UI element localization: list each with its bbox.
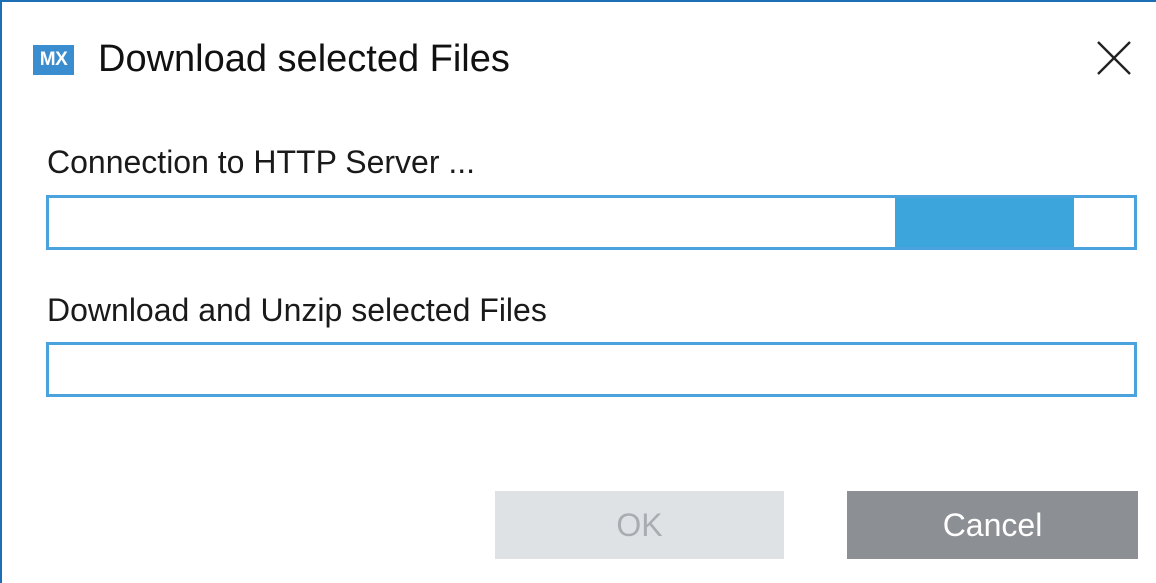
ok-button[interactable]: OK xyxy=(495,491,784,559)
close-button[interactable] xyxy=(1082,26,1146,90)
download-dialog: MX Download selected Files Connection to… xyxy=(0,0,1156,583)
download-status-label: Download and Unzip selected Files xyxy=(47,292,547,328)
cancel-button[interactable]: Cancel xyxy=(847,491,1138,559)
app-logo-icon: MX xyxy=(33,45,74,75)
title-bar: MX Download selected Files xyxy=(2,2,1156,114)
connection-progress-bar xyxy=(46,195,1137,250)
dialog-title: Download selected Files xyxy=(98,38,510,80)
connection-status-label: Connection to HTTP Server ... xyxy=(47,144,476,180)
connection-progress-fill xyxy=(895,198,1075,247)
close-icon xyxy=(1097,41,1131,75)
download-progress-bar xyxy=(46,342,1137,397)
